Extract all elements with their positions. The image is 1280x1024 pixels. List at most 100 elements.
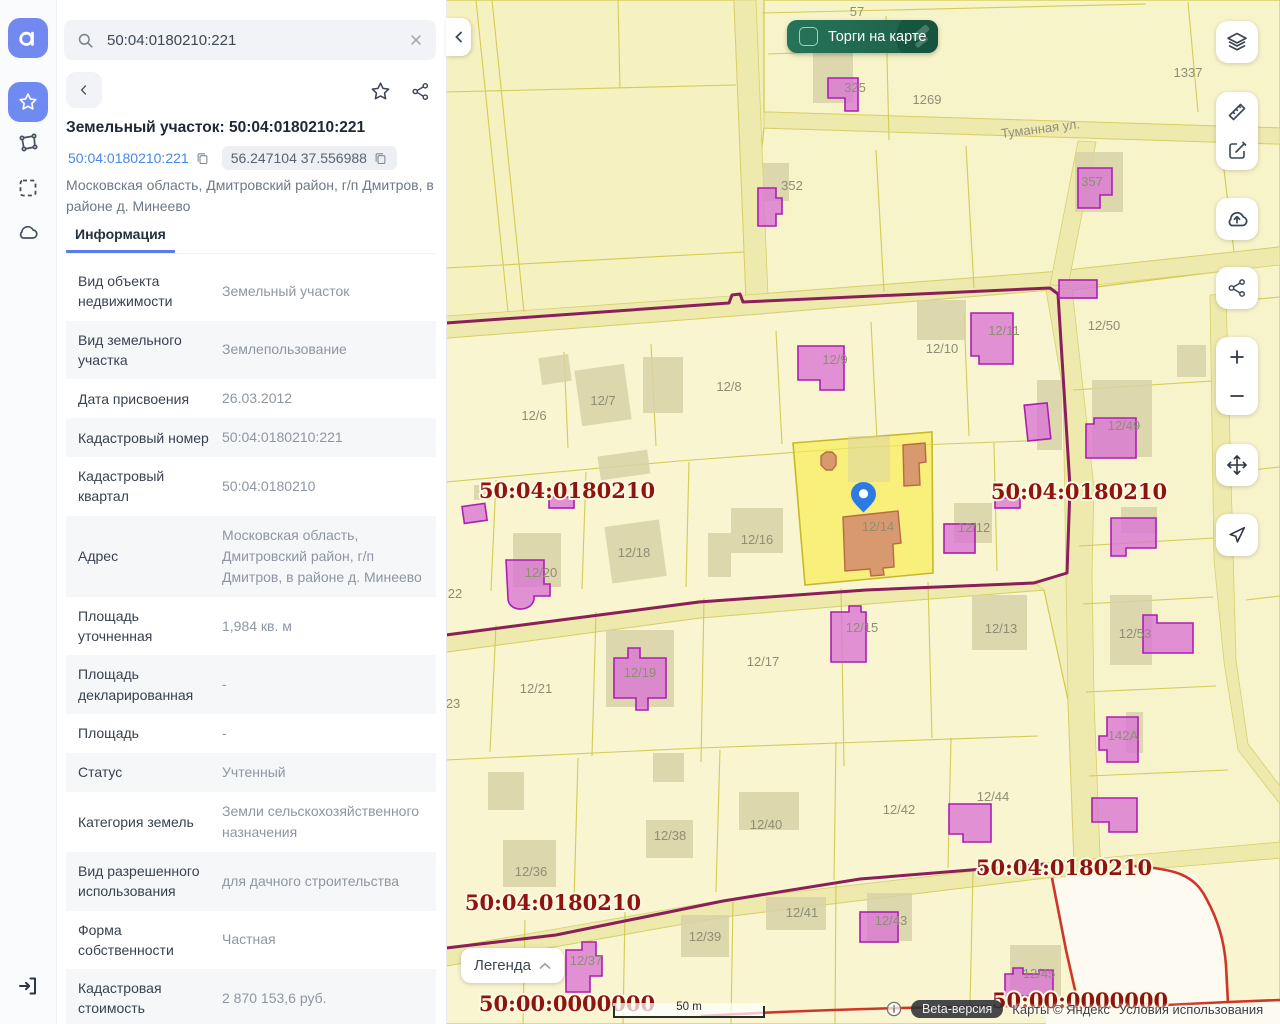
parcel-label: 325 [844,80,866,95]
copy-icon[interactable] [373,151,388,166]
search-input[interactable] [105,31,398,50]
layers-icon [1225,30,1249,54]
row-value: Земли сельскохозяйственного назначения [210,801,424,843]
trades-checkbox[interactable] [799,27,818,46]
sidebar-item-favorites[interactable] [8,82,48,122]
beta-badge: Beta-версия [911,1000,1003,1018]
parcel-label: 12/15 [846,620,879,635]
favorite-button[interactable] [368,79,392,103]
plus-icon [1226,346,1248,368]
parcel-label: 142А [1108,728,1139,743]
upload-button[interactable] [1216,198,1258,240]
clear-search-icon[interactable] [408,32,424,48]
legend-label: Легенда [474,957,531,974]
row-label: Площадь декларированная [78,664,210,705]
zoom-in-button[interactable] [1216,337,1258,376]
panel-collapse-button[interactable] [446,18,471,56]
table-row: Категория земельЗемли сельскохозяйственн… [66,792,436,852]
map-area[interactable]: 57 325 1269 1337 352 357 12/6 12/7 12/8 … [446,0,1280,1024]
parcel-label: 12/11 [988,323,1020,338]
parcel-label: 12/18 [618,545,651,560]
parcel-label: 12/12 [958,520,991,535]
ruler-button[interactable] [1216,92,1258,131]
tab-information[interactable]: Информация [66,222,175,253]
sidebar-item-cloud[interactable] [16,221,40,245]
parcel-label: 12/6 [521,408,546,423]
sidebar-item-polygon-tool[interactable] [16,131,40,155]
parcel-label: 12/16 [741,532,774,547]
table-row: Кадастровый номер50:04:0180210:221 [66,418,436,457]
layers-button[interactable] [1216,21,1258,63]
maps-copyright[interactable]: Карты © Яндекс [1012,1002,1110,1017]
row-label: Вид объекта недвижимости [78,271,210,312]
parcel-label: 12/49 [1108,418,1141,433]
info-table: Вид объекта недвижимостиЗемельный участо… [66,262,436,1024]
row-label: Кадастровый квартал [78,466,210,507]
login-icon [16,974,40,998]
parcel-label: 12/37 [570,953,603,968]
back-button[interactable] [66,72,102,108]
parcel-label: 12/7 [590,393,615,408]
quarter-label: 50:04:0180210 [479,478,655,503]
pan-mode-button[interactable] [1216,444,1258,486]
share-map-button[interactable] [1216,267,1258,309]
coordinates-text: 56.247104 37.556988 [231,150,367,166]
edit-icon [1225,139,1249,163]
row-label: Статус [78,762,210,782]
measure-tools-group [1216,92,1258,170]
object-address: Московская область, Дмитровский район, г… [66,175,438,216]
draw-edit-button[interactable] [1216,131,1258,170]
coordinates-chip[interactable]: 56.247104 37.556988 [222,146,397,170]
scale-bar: 50 m [613,1003,765,1018]
parcel-label: 12/44 [977,789,1010,804]
object-chips: 50:04:0180210:221 56.247104 37.556988 [66,146,397,170]
row-label: Площадь [78,723,210,743]
parcel-label: 12/10 [926,341,959,356]
row-label: Категория земель [78,812,210,832]
login-button[interactable] [16,974,40,998]
page-title: Земельный участок: 50:04:0180210:221 [66,119,438,137]
search-bar[interactable] [64,20,436,60]
parcel-label: 352 [781,178,803,193]
star-icon [369,80,392,103]
cadastral-number-text: 50:04:0180210:221 [68,150,189,166]
share-object-button[interactable] [408,79,432,103]
row-label: Форма собственности [78,920,210,961]
row-value: 2 870 153,6 руб. [210,988,424,1009]
parcel-label: 12/40 [750,817,783,832]
parcel-label: 12/39 [689,929,722,944]
zoom-controls [1216,337,1258,415]
zoom-out-button[interactable] [1216,376,1258,415]
cadastral-number-chip[interactable]: 50:04:0180210:221 [66,147,212,169]
parcel-label: 12/14 [862,519,895,534]
table-row: Дата присвоения26.03.2012 [66,379,436,418]
trades-on-map-toggle[interactable]: Торги на карте [787,20,938,53]
table-row: Вид объекта недвижимостиЗемельный участо… [66,262,436,321]
terms-link[interactable]: Условия использования [1119,1002,1263,1017]
table-row: Вид земельного участкаЗемлепользование [66,321,436,380]
row-label: Адрес [78,546,210,566]
row-value: 26.03.2012 [210,388,424,409]
parcel-label: 12/17 [747,654,780,669]
parcel-label: 12/36 [515,864,548,879]
info-icon[interactable] [886,1001,902,1017]
app-logo[interactable] [8,18,48,58]
legend-button[interactable]: Легенда [461,948,564,983]
share-icon [1226,277,1248,299]
share-icon [410,81,431,102]
parcel-label: 12/42 [883,802,916,817]
sidebar-item-select-area[interactable] [16,176,40,200]
parcel-label: 12/45 [1023,966,1056,981]
row-value: 50:04:0180210:221 [210,427,424,448]
app-window: 57 325 1269 1337 352 357 12/6 12/7 12/8 … [0,0,1280,1024]
locate-me-button[interactable] [1216,514,1258,556]
parcel-label: 12/19 [624,665,657,680]
parcel-label: 12/20 [525,565,558,580]
ruler-icon [1225,100,1249,124]
row-label: Площадь уточненная [78,606,210,647]
map-canvas[interactable]: 57 325 1269 1337 352 357 12/6 12/7 12/8 … [446,0,1280,1024]
copy-icon[interactable] [195,151,210,166]
parcel-label: 1337 [1174,65,1203,80]
map-attribution: Beta-версия Карты © Яндекс Условия испол… [886,1000,1263,1018]
row-value: для дачного строительства [210,871,424,892]
